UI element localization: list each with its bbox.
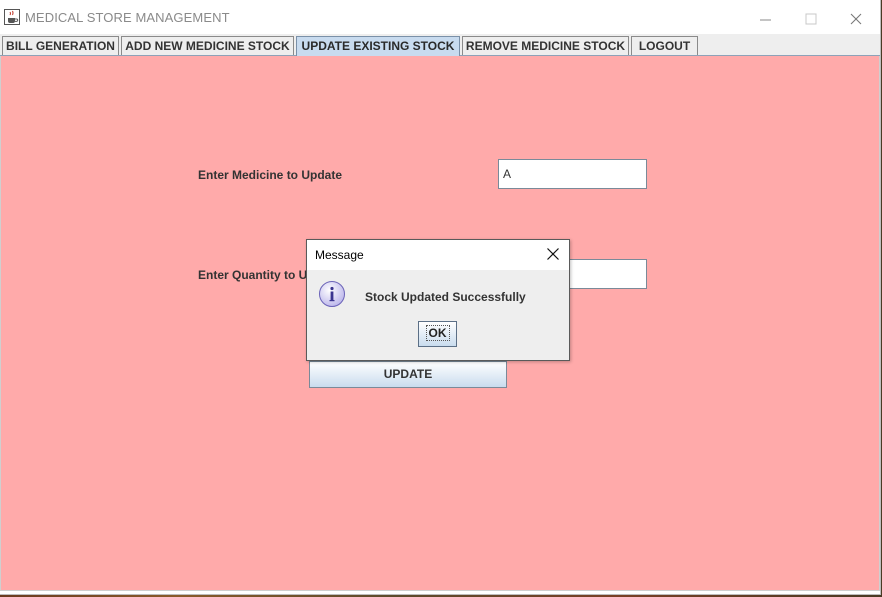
dialog-title: Message	[315, 248, 364, 262]
medicine-input[interactable]	[498, 159, 647, 189]
update-button[interactable]: UPDATE	[309, 361, 507, 388]
close-icon[interactable]	[834, 4, 880, 34]
tab-bill-generation[interactable]: BILL GENERATION	[2, 36, 119, 55]
info-icon	[319, 281, 345, 307]
app-window: MEDICAL STORE MANAGEMENT BILL GENERATION…	[0, 0, 881, 595]
minimize-icon[interactable]	[742, 4, 788, 34]
title-bar[interactable]: MEDICAL STORE MANAGEMENT	[0, 2, 880, 34]
quantity-label: Enter Quantity to Up	[198, 268, 315, 282]
maximize-icon[interactable]	[788, 4, 834, 34]
tab-add-new-medicine-stock[interactable]: ADD NEW MEDICINE STOCK	[121, 36, 294, 55]
ok-button-label: OK	[425, 325, 450, 341]
tab-logout[interactable]: LOGOUT	[631, 36, 698, 55]
medicine-label: Enter Medicine to Update	[198, 168, 343, 182]
tab-update-existing-stock[interactable]: UPDATE EXISTING STOCK	[296, 36, 460, 56]
dialog-title-bar[interactable]: Message	[307, 240, 569, 270]
java-cup-icon	[4, 9, 20, 25]
dialog-message: Stock Updated Successfully	[365, 290, 526, 304]
tab-remove-medicine-stock[interactable]: REMOVE MEDICINE STOCK	[462, 36, 629, 55]
window-title: MEDICAL STORE MANAGEMENT	[25, 10, 230, 25]
message-dialog: Message Stock Updated Successfully OK	[306, 239, 570, 361]
close-icon[interactable]	[546, 247, 560, 261]
ok-button[interactable]: OK	[418, 321, 457, 347]
